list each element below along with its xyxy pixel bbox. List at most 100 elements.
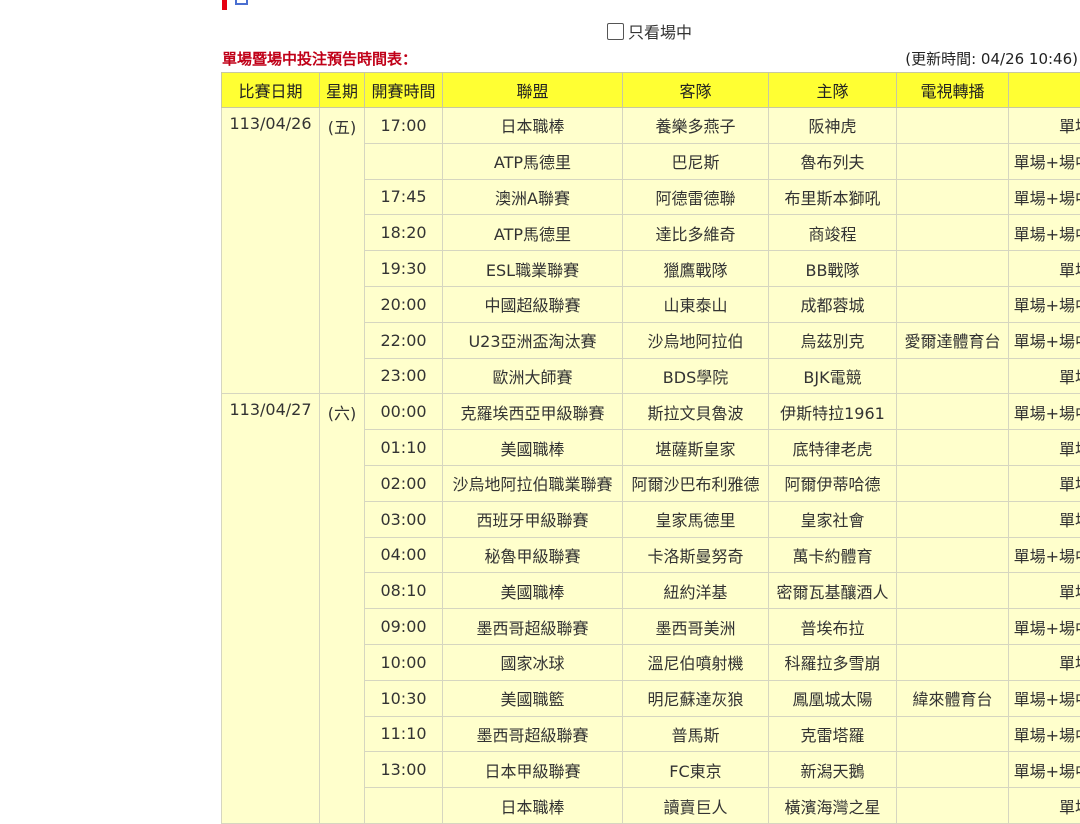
home-team: 烏茲別克 [768,321,897,359]
league-name: ESL職業聯賽 [442,250,623,287]
bet-type: 單場 [1008,429,1080,466]
match-time: 23:00 [364,357,443,395]
match-time: 18:20 [364,214,443,252]
tv-channel [896,643,1009,681]
tv-channel [896,393,1009,431]
match-time [364,142,443,180]
away-team: 獵鷹戰隊 [622,250,769,287]
away-team: 阿爾沙巴布利雅德 [622,464,769,502]
update-time: (更新時間: 04/26 10:46) [905,50,1078,68]
home-team: 普埃布拉 [768,608,897,645]
tv-channel [896,429,1009,466]
match-weekday: (六) [319,393,365,824]
league-name: 歐洲大師賽 [442,357,623,395]
tv-channel [896,572,1009,610]
tv-channel [896,107,1009,144]
home-team: BB戰隊 [768,250,897,287]
tv-channel [896,715,1009,753]
home-team: 成都蓉城 [768,285,897,323]
home-team: 鳳凰城太陽 [768,679,897,717]
bet-type: 單場 [1008,250,1080,287]
tv-channel [896,142,1009,180]
league-name: ATP馬德里 [442,142,623,180]
league-name: 克羅埃西亞甲級聯賽 [442,393,623,431]
league-name: ATP馬德里 [442,214,623,252]
league-name: 沙烏地阿拉伯職業聯賽 [442,464,623,502]
tv-channel [896,464,1009,502]
away-team: 巴尼斯 [622,142,769,180]
league-name: 美國職籃 [442,679,623,717]
away-team: 達比多維奇 [622,214,769,252]
tv-channel [896,214,1009,252]
tv-channel [896,751,1009,789]
header-weekday: 星期 [319,72,365,108]
away-team: 養樂多燕子 [622,107,769,144]
home-team: 新潟天鵝 [768,751,897,789]
match-date: 113/04/27 [221,393,320,824]
match-time: 17:45 [364,178,443,216]
match-time: 20:00 [364,285,443,323]
bet-type: 單場 [1008,357,1080,395]
league-name: U23亞洲盃淘汰賽 [442,321,623,359]
league-name: 美國職棒 [442,572,623,610]
match-time [364,787,443,824]
only-live-filter[interactable]: 只看場中 [607,20,692,42]
league-name: 墨西哥超級聯賽 [442,715,623,753]
section-marker [222,0,227,10]
away-team: 溫尼伯噴射機 [622,643,769,681]
home-team: 橫濱海灣之星 [768,787,897,824]
match-time: 11:10 [364,715,443,753]
match-weekday: (五) [319,106,365,395]
league-name: 西班牙甲級聯賽 [442,500,623,538]
bet-type: 單場+場中 [1008,715,1080,753]
away-team: 卡洛斯曼努奇 [622,536,769,574]
match-time: 19:30 [364,250,443,287]
table-header-row: 比賽日期 星期 開賽時間 聯盟 客隊 主隊 電視轉播 [221,72,1080,108]
bet-type: 單場+場中 [1008,751,1080,789]
tv-channel [896,536,1009,574]
home-team: 密爾瓦基釀酒人 [768,572,897,610]
only-live-label: 只看場中 [628,23,693,42]
league-name: 秘魯甲級聯賽 [442,536,623,574]
league-name: 日本甲級聯賽 [442,751,623,789]
league-name: 日本職棒 [442,107,623,144]
tv-channel [896,787,1009,824]
bet-type: 單場+場中 [1008,285,1080,323]
match-time: 02:00 [364,464,443,502]
home-team: 商竣程 [768,214,897,252]
header-tv: 電視轉播 [896,72,1009,108]
table-row: 113/04/27 (六) 00:00 克羅埃西亞甲級聯賽 斯拉文貝魯波 伊斯特拉1961… [221,393,1080,824]
home-team: 科羅拉多雪崩 [768,643,897,681]
bet-type: 單場+場中 [1008,679,1080,717]
bet-type: 單場+場中 [1008,214,1080,252]
bet-type: 單場+場中 [1008,393,1080,431]
match-time: 10:00 [364,643,443,681]
home-team: 萬卡約體育 [768,536,897,574]
league-name: 墨西哥超級聯賽 [442,608,623,645]
league-name: 中國超級聯賽 [442,285,623,323]
league-name: 澳洲A聯賽 [442,178,623,216]
league-name: 日本職棒 [442,787,623,824]
away-team: 紐約洋基 [622,572,769,610]
away-team: 普馬斯 [622,715,769,753]
away-team: FC東京 [622,751,769,789]
calendar-icon [235,0,248,5]
only-live-checkbox[interactable] [607,22,624,40]
home-team: 克雷塔羅 [768,715,897,753]
bet-type: 單場+場中 [1008,536,1080,574]
schedule-title: 單場暨場中投注預告時間表： [222,50,418,68]
bet-type: 單場 [1008,464,1080,502]
bet-type: 單場+場中 [1008,608,1080,645]
away-team: 皇家馬德里 [622,500,769,538]
match-date: 113/04/26 [221,106,320,395]
away-team: 山東泰山 [622,285,769,323]
schedule-table: 比賽日期 星期 開賽時間 聯盟 客隊 主隊 電視轉播 113/04/26 (五) 1… [221,72,1080,824]
away-team: 斯拉文貝魯波 [622,393,769,431]
home-team: 阪神虎 [768,107,897,144]
away-team: 墨西哥美洲 [622,608,769,645]
tv-channel: 緯來體育台 [896,679,1009,717]
bet-type: 單場+場中 [1008,142,1080,180]
tv-channel [896,357,1009,395]
bet-type: 單場+場中 [1008,178,1080,216]
header-bet-type [1008,72,1080,108]
